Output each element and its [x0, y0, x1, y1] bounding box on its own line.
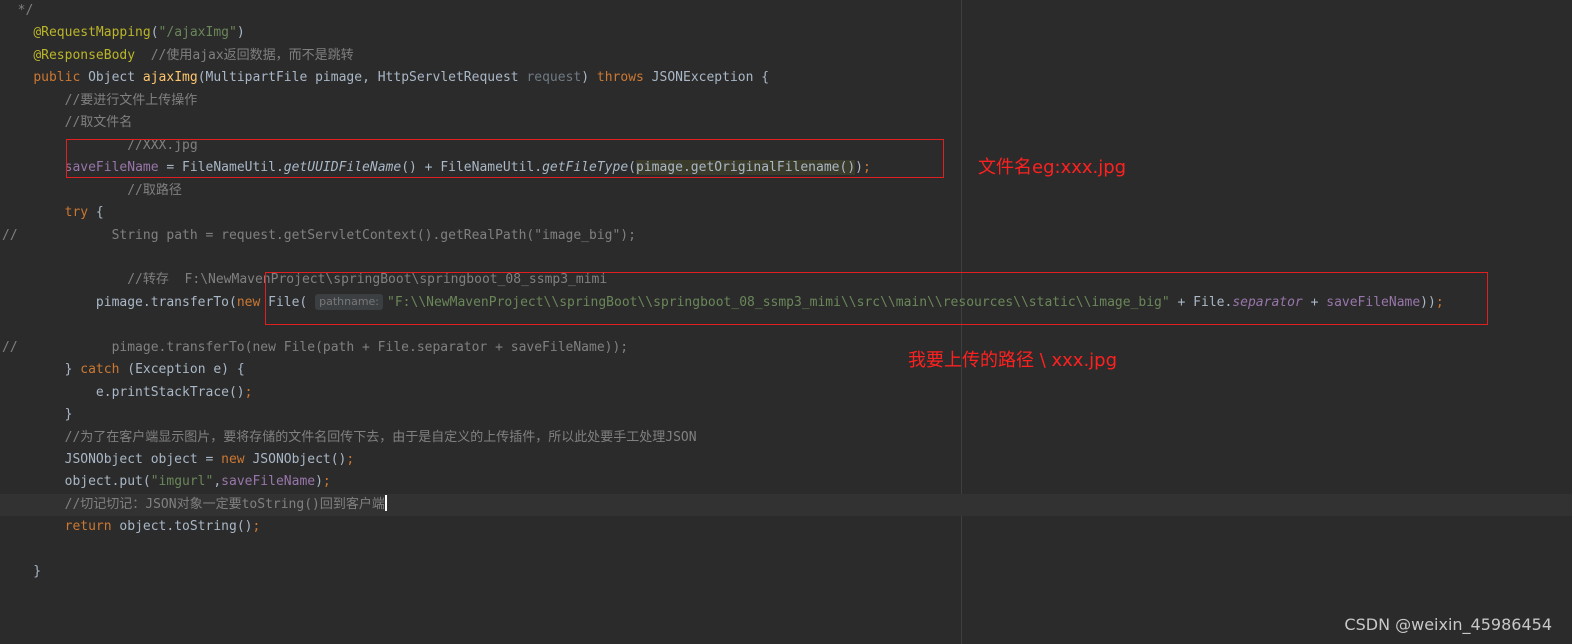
code-token: ; [252, 519, 261, 535]
code-line[interactable]: } [0, 561, 1572, 583]
code-token: //切记切记：JSON对象一定要toString()回到客户端 [64, 496, 385, 512]
code-line[interactable]: } catch (Exception e) { [0, 359, 1572, 381]
code-line[interactable]: public Object ajaxImg(MultipartFile pima… [0, 67, 1572, 89]
code-token: request [526, 70, 582, 86]
code-token: saveFileName [221, 474, 316, 490]
code-token: ; [244, 384, 253, 400]
code-token: } [2, 362, 81, 378]
code-line[interactable]: //为了在客户端显示图片，要将存储的文件名回传下去，由于是自定义的上传插件，所以… [0, 427, 1572, 449]
code-token: ( [150, 25, 159, 41]
code-token: new [236, 294, 261, 310]
code-line[interactable]: //取文件名 [0, 112, 1572, 134]
code-line[interactable]: @RequestMapping("/ajaxImg") [0, 22, 1572, 44]
code-token: ) [581, 70, 597, 86]
code-line[interactable]: } [0, 404, 1572, 426]
code-token: new [221, 452, 245, 467]
code-line[interactable] [0, 539, 1572, 561]
code-token: ) [315, 474, 323, 490]
code-editor-screenshot: */ @RequestMapping("/ajaxImg") @Response… [0, 0, 1572, 644]
code-token: return [64, 519, 112, 535]
path-annotation: 我要上传的路径 \ xxx.jpg [908, 350, 1118, 371]
code-token: try [64, 205, 89, 221]
code-token: // [2, 227, 18, 243]
code-token: JSONObject object = [2, 452, 222, 467]
filename-annotation: 文件名eg:xxx.jpg [978, 157, 1127, 178]
code-token: //使用ajax返回数据，而不是跳转 [150, 47, 354, 63]
code-token: @RequestMapping [33, 25, 151, 41]
code-line[interactable]: */ [0, 0, 1572, 22]
code-line[interactable]: JSONObject object = new JSONObject(); [0, 449, 1572, 471]
code-token: "/ajaxImg" [158, 25, 237, 41]
code-line[interactable]: //要进行文件上传操作 [0, 90, 1572, 112]
code-token: ; [322, 474, 331, 490]
code-line[interactable]: // pimage.transferTo(new File(path + Fil… [0, 337, 1572, 359]
code-token: throws [596, 70, 644, 86]
text-caret [384, 494, 387, 511]
code-token: (MultipartFile pimage, HttpServletReques… [197, 70, 527, 86]
code-line[interactable] [0, 247, 1572, 269]
code-token: String path = request.getServletContext(… [17, 227, 636, 243]
code-token: //要进行文件上传操作 [64, 92, 198, 108]
code-token: e.printStackTrace() [2, 384, 245, 400]
code-token: JSONException { [643, 70, 770, 86]
code-token: } [2, 407, 73, 423]
code-token: object.put( [2, 474, 151, 490]
code-line[interactable]: try { [0, 202, 1572, 224]
code-token: JSONObject() [244, 452, 347, 467]
code-line[interactable]: object.put("imgurl",saveFileName); [0, 471, 1572, 493]
code-line[interactable]: return object.toString(); [0, 516, 1572, 538]
code-token: */ [2, 3, 34, 18]
csdn-watermark: CSDN @weixin_45986454 [1344, 615, 1552, 634]
code-token: pimage.transferTo(new File(path + File.s… [17, 339, 629, 355]
code-line[interactable]: //切记切记：JSON对象一定要toString()回到客户端 [0, 493, 1572, 516]
code-line[interactable]: @ResponseBody //使用ajax返回数据，而不是跳转 [0, 45, 1572, 67]
code-token: pimage.transferTo( [2, 294, 237, 310]
code-line[interactable]: e.printStackTrace(); [0, 382, 1572, 404]
code-token: catch [80, 362, 120, 378]
code-line[interactable]: // String path = request.getServletConte… [0, 225, 1572, 247]
code-token: (Exception e) { [119, 362, 245, 378]
code-token: , [213, 474, 222, 490]
code-token: { [88, 205, 104, 221]
code-token: // [2, 339, 18, 355]
path-highlight-box [265, 272, 1488, 325]
code-token: @ResponseBody [33, 47, 136, 63]
code-token: ajaxImg [142, 70, 198, 86]
code-token: ) [236, 25, 245, 41]
code-token: //取文件名 [64, 115, 133, 131]
filename-highlight-box [66, 139, 944, 178]
code-token: "imgurl" [150, 474, 214, 490]
code-token: Object [80, 70, 143, 86]
code-token: } [2, 564, 42, 580]
code-token: object.toString() [111, 519, 253, 535]
code-token: //取路径 [127, 182, 182, 198]
code-token: //为了在客户端显示图片，要将存储的文件名回传下去，由于是自定义的上传插件，所以… [64, 429, 697, 445]
code-token: public [33, 70, 81, 86]
code-line[interactable]: //取路径 [0, 180, 1572, 202]
code-token: ; [346, 452, 355, 467]
